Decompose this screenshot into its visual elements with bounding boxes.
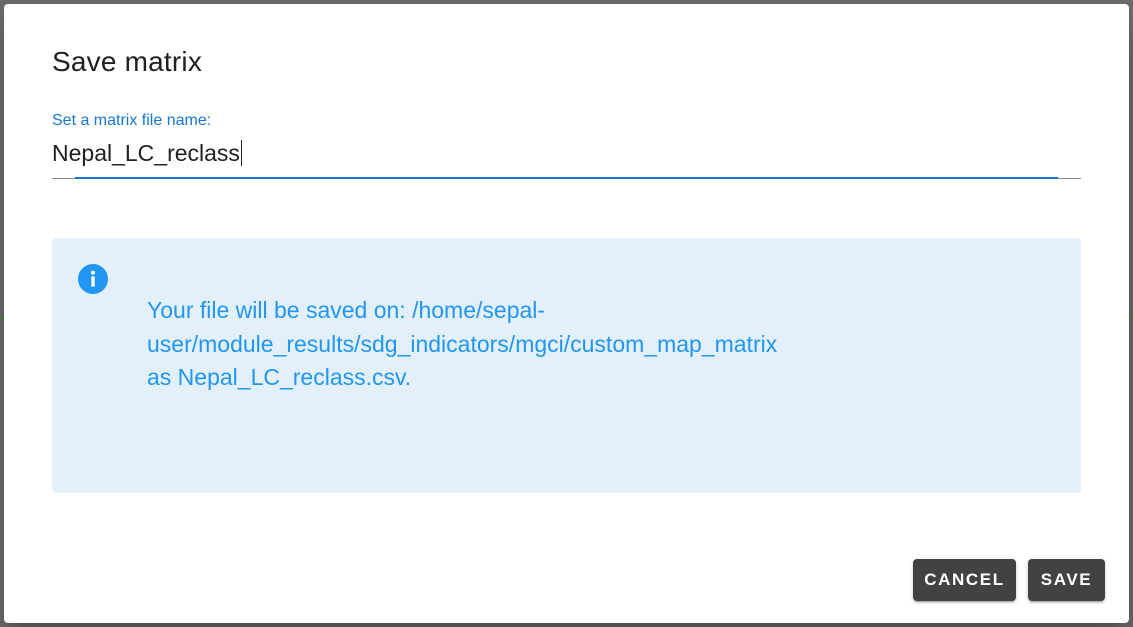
field-focus-underline <box>75 177 1058 179</box>
save-matrix-dialog: Save matrix Set a matrix file name: Nepa… <box>4 4 1129 623</box>
save-path-line-3: as Nepal_LC_reclass.csv. <box>147 364 412 390</box>
info-alert: Your file will be saved on: /home/sepal-… <box>52 238 1081 493</box>
save-button[interactable]: SAVE <box>1028 559 1105 601</box>
cancel-button[interactable]: CANCEL <box>913 559 1016 601</box>
save-path-line-1: Your file will be saved on: /home/sepal- <box>147 297 546 323</box>
filename-value[interactable]: Nepal_LC_reclass <box>52 140 240 166</box>
save-path-message: Your file will be saved on: /home/sepal-… <box>147 294 847 395</box>
filename-input[interactable]: Nepal_LC_reclass <box>52 140 242 167</box>
text-caret <box>240 140 242 166</box>
dialog-title: Save matrix <box>52 46 203 77</box>
save-path-line-2: user/module_results/sdg_indicators/mgci/… <box>147 330 778 357</box>
matrix-filename-field[interactable]: Set a matrix file name: Nepal_LC_reclass <box>52 108 1081 180</box>
info-icon <box>78 264 108 294</box>
filename-label: Set a matrix file name: <box>52 112 212 129</box>
